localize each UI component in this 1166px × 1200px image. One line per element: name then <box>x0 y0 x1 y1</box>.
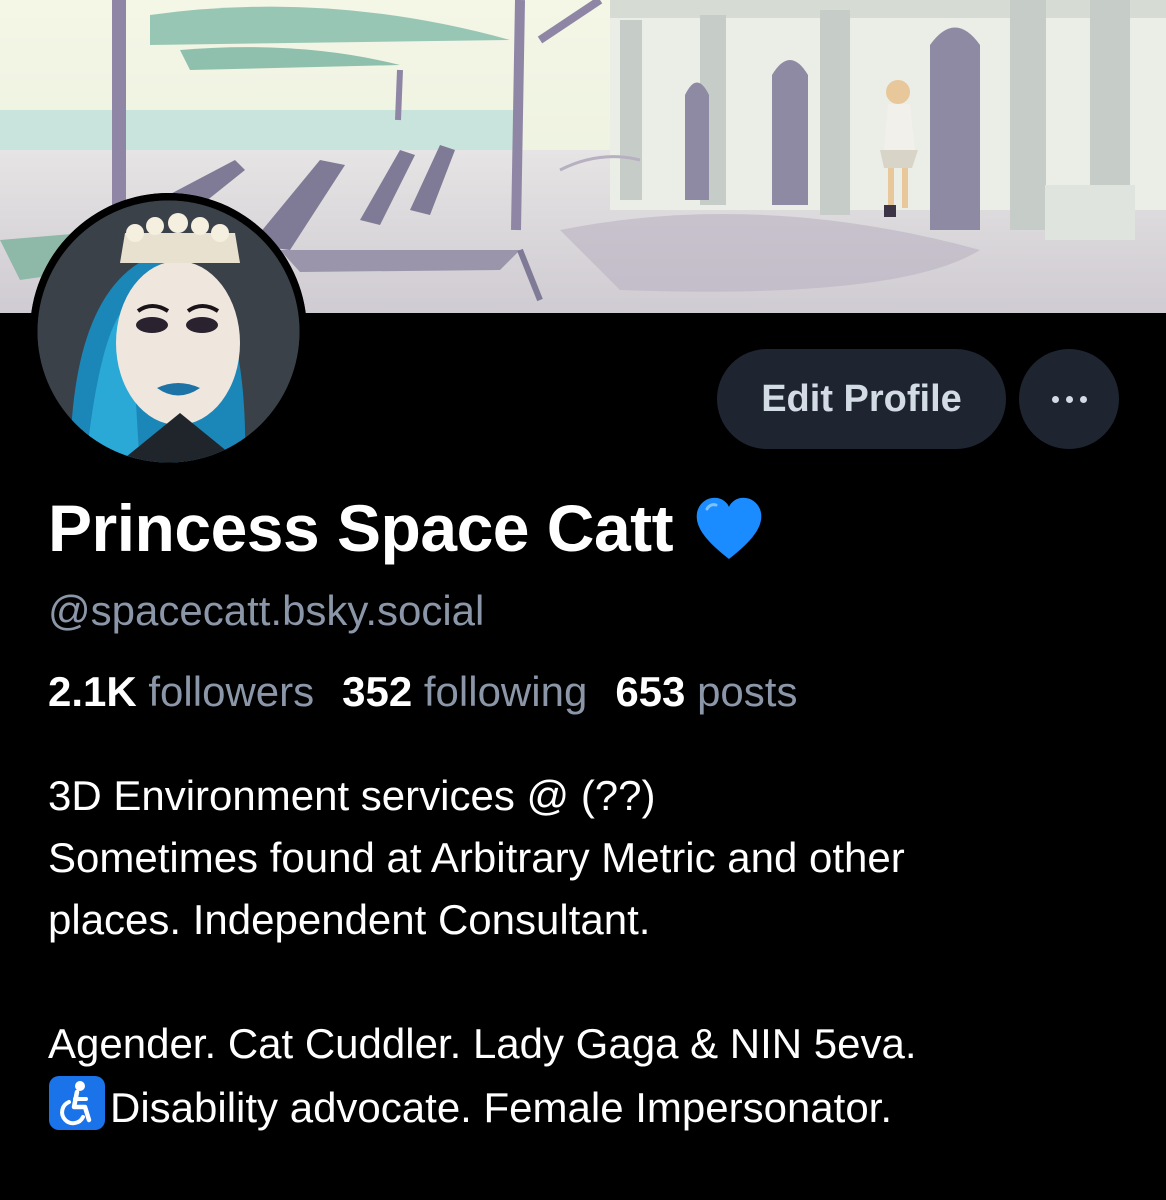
profile-bio: 3D Environment services @ (??) Sometimes… <box>48 765 1128 1139</box>
bio-line: Disability advocate. Female Impersonator… <box>110 1084 893 1131</box>
blue-heart-icon <box>696 497 762 559</box>
wheelchair-accessibility-icon <box>49 1076 105 1130</box>
profile-stats: 2.1K followers 352 following 653 posts <box>48 668 797 716</box>
posts-count: 653 <box>615 668 686 715</box>
bio-line-with-icon: Disability advocate. Female Impersonator… <box>48 1075 1128 1139</box>
followers-count: 2.1K <box>48 668 137 715</box>
profile-handle[interactable]: @spacecatt.bsky.social <box>48 587 484 635</box>
followers-label: followers <box>148 668 315 715</box>
edit-profile-label: Edit Profile <box>761 377 962 420</box>
avatar-portrait <box>30 193 307 470</box>
following-label: following <box>423 668 588 715</box>
bio-blank-line <box>48 951 1128 1013</box>
bio-line: Agender. Cat Cuddler. Lady Gaga & NIN 5e… <box>48 1020 917 1067</box>
following-stat[interactable]: 352 following <box>342 668 587 716</box>
following-count: 352 <box>342 668 413 715</box>
profile-name-row: Princess Space Catt <box>48 490 765 566</box>
ellipsis-icon-dot <box>1065 395 1073 403</box>
bio-line: places. Independent Consultant. <box>48 896 651 943</box>
posts-label: posts <box>697 668 798 715</box>
bio-line: 3D Environment services @ (??) <box>48 772 656 819</box>
ellipsis-icon-dot <box>1079 395 1087 403</box>
ellipsis-icon <box>1051 395 1059 403</box>
edit-profile-button[interactable]: Edit Profile <box>717 349 1006 449</box>
posts-stat: 653 posts <box>615 668 797 716</box>
more-options-button[interactable] <box>1019 349 1119 449</box>
display-name: Princess Space Catt <box>48 491 674 565</box>
bio-line: Sometimes found at Arbitrary Metric and … <box>48 834 905 881</box>
followers-stat[interactable]: 2.1K followers <box>48 668 314 716</box>
avatar[interactable] <box>30 193 307 470</box>
